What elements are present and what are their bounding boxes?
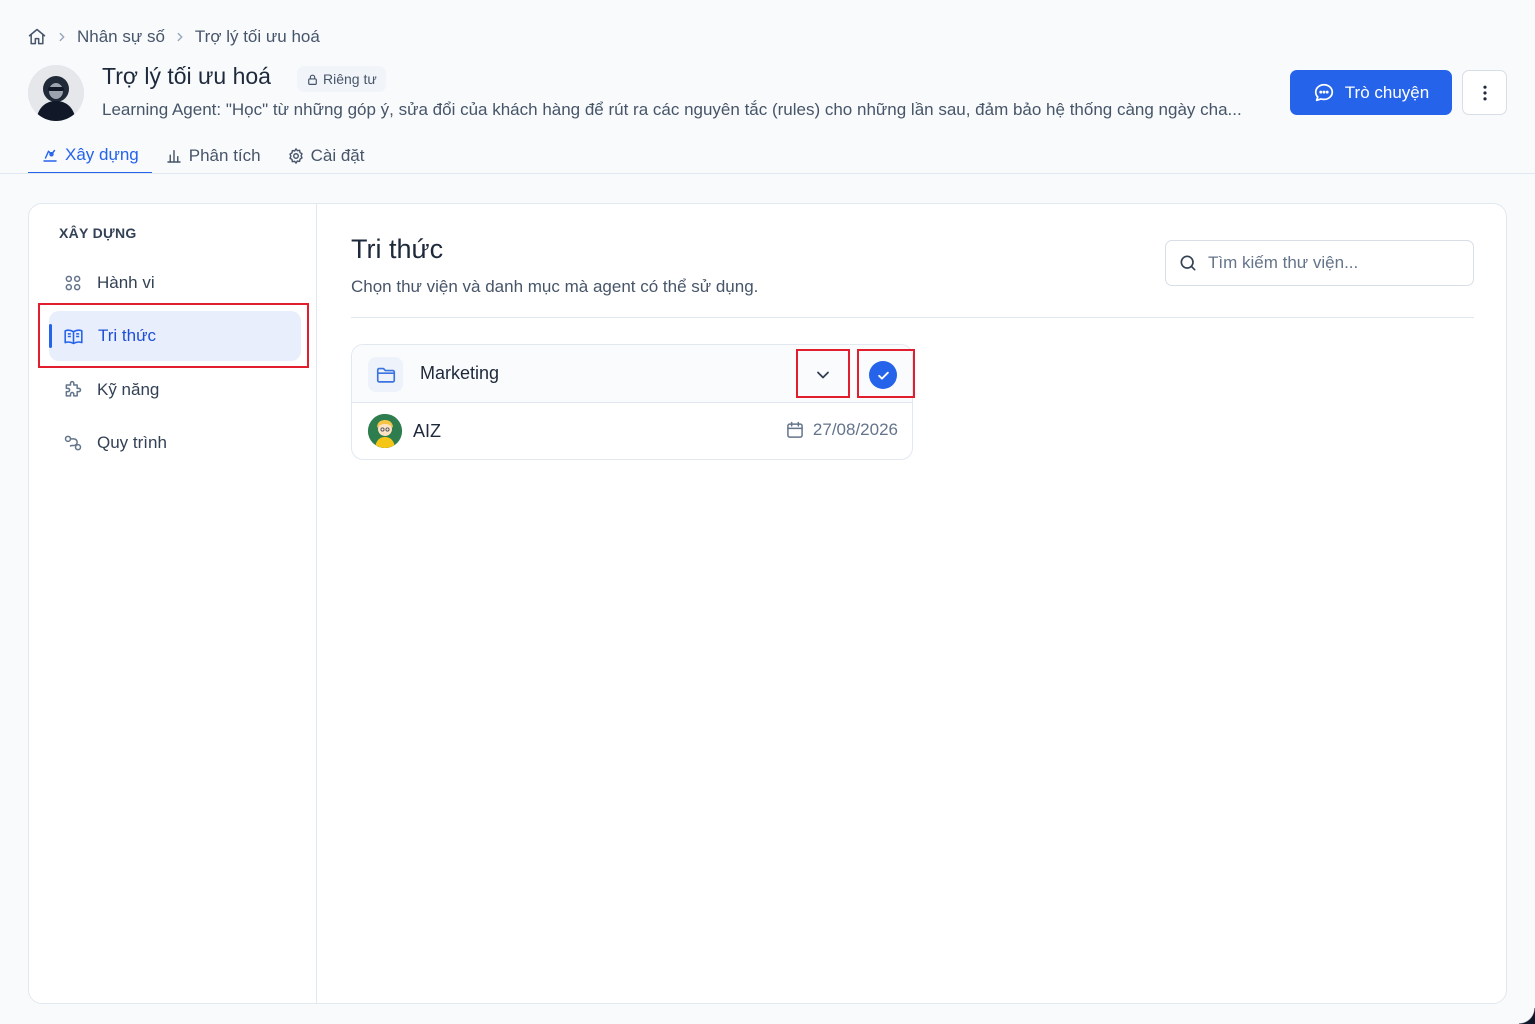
search-input[interactable]	[1208, 253, 1458, 273]
library-name: Marketing	[420, 363, 500, 383]
item-date: 27/08/2026	[785, 420, 898, 440]
gear-icon	[288, 148, 303, 164]
avatar	[368, 414, 402, 448]
tab-label: Xây dựng	[65, 145, 139, 164]
chevron-right-icon	[173, 30, 187, 44]
section-subtitle: Chọn thư viện và danh mục mà agent có th…	[351, 277, 759, 296]
sidebar-item-skills[interactable]: Kỹ năng	[49, 365, 301, 415]
tab-build[interactable]: Xây dựng	[28, 138, 152, 174]
more-options-button[interactable]	[1462, 70, 1507, 115]
section-title: Tri thức	[351, 234, 444, 264]
section-divider	[351, 317, 1474, 318]
sidebar-item-label: Quy trình	[97, 433, 167, 452]
home-icon[interactable]	[27, 27, 47, 47]
privacy-badge: Riêng tư	[297, 66, 386, 92]
more-vertical-icon	[1482, 85, 1487, 100]
library-search	[1165, 240, 1474, 286]
chat-bubble-icon	[1314, 83, 1333, 101]
sidebar-item-workflow[interactable]: Quy trình	[49, 418, 301, 468]
chat-button[interactable]: Trò chuyện	[1290, 70, 1452, 115]
breadcrumb-link[interactable]: Nhân sự số	[77, 27, 165, 47]
page-title: Trợ lý tối ưu hoá	[102, 63, 271, 89]
highlight-frame	[38, 303, 309, 368]
sidebar: XÂY DỰNG Hành vi Tri thức Kỹ năng Quy tr…	[29, 204, 317, 1003]
highlight-frame	[857, 349, 915, 398]
tab-settings[interactable]: Cài đặt	[274, 138, 378, 174]
library-item[interactable]: AIZ 27/08/2026	[352, 403, 912, 459]
sidebar-item-label: Kỹ năng	[97, 380, 160, 399]
item-date-value: 27/08/2026	[812, 420, 898, 439]
breadcrumb-current: Trợ lý tối ưu hoá	[194, 27, 320, 46]
tab-label: Phân tích	[188, 146, 261, 165]
sidebar-heading: XÂY DỰNG	[59, 225, 137, 241]
sidebar-item-label: Hành vi	[97, 273, 155, 292]
highlight-frame	[796, 349, 850, 398]
puzzle-icon	[65, 380, 82, 397]
agent-description: Learning Agent: "Học" từ những góp ý, sử…	[102, 100, 1242, 119]
tab-label: Cài đặt	[310, 146, 365, 165]
tab-bar: Xây dựng Phân tích Cài đặt	[28, 138, 377, 174]
search-icon	[1180, 255, 1196, 271]
breadcrumb: Nhân sự số Trợ lý tối ưu hoá	[27, 26, 320, 48]
folder-icon	[368, 357, 403, 392]
bar-chart-icon	[167, 150, 181, 163]
window-corner	[1519, 1008, 1535, 1024]
agent-avatar	[28, 65, 84, 121]
builder-panel: XÂY DỰNG Hành vi Tri thức Kỹ năng Quy tr…	[28, 203, 1507, 1004]
workflow-icon	[64, 435, 82, 451]
item-name: AIZ	[413, 421, 442, 441]
sidebar-item-behavior[interactable]: Hành vi	[49, 258, 301, 308]
privacy-badge-label: Riêng tư	[323, 71, 377, 87]
build-icon	[43, 149, 57, 162]
lock-icon	[308, 74, 317, 85]
chat-button-label: Trò chuyện	[1344, 82, 1430, 102]
behavior-icon	[65, 275, 81, 291]
tab-analytics[interactable]: Phân tích	[152, 138, 274, 174]
chevron-right-icon	[55, 30, 69, 44]
calendar-icon	[787, 421, 803, 438]
tabs-divider	[0, 173, 1535, 174]
